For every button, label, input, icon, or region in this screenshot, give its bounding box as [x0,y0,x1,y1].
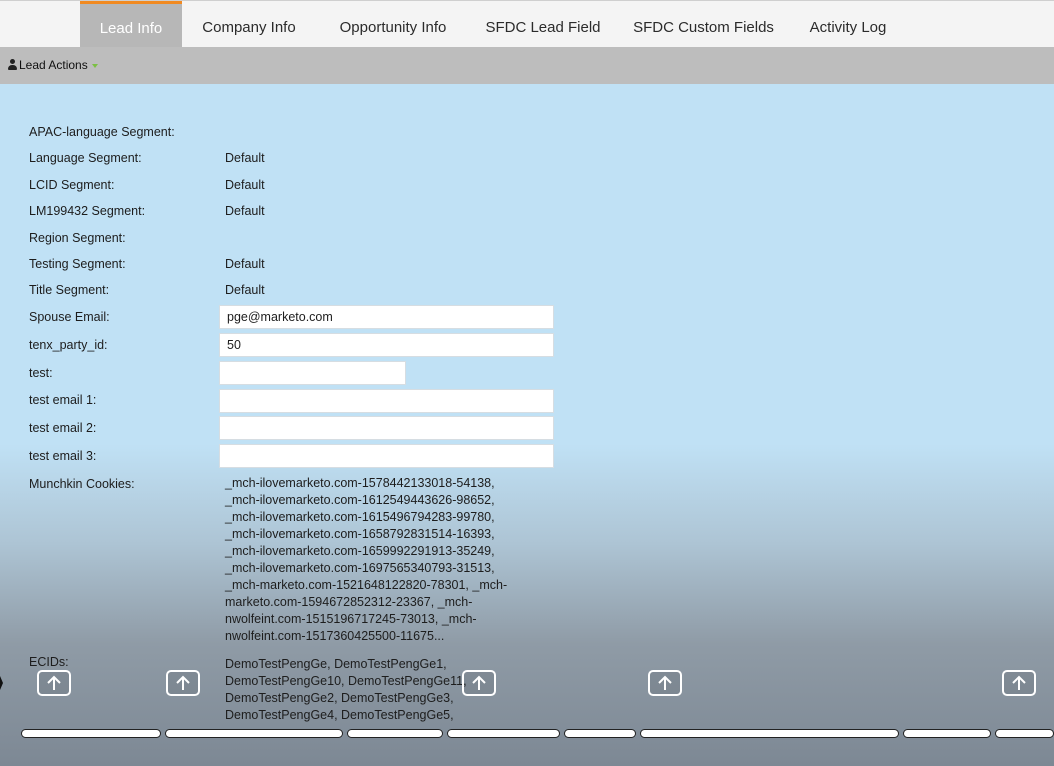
timeline-segment[interactable] [165,729,343,738]
language-segment-label: Language Segment: [29,151,142,165]
arrow-up-icon [1012,675,1026,690]
lcid-segment-value: Default [225,178,265,192]
upload-button[interactable] [166,670,200,696]
munchkin-cookie-line: _mch-ilovemarketo.com-1615496794283-9978… [225,510,495,524]
tab-lead-info[interactable]: Lead Info [80,1,182,48]
tab-sfdc-custom-fields[interactable]: SFDC Custom Fields [626,1,781,48]
tab-activity-log[interactable]: Activity Log [800,1,896,48]
arrow-up-icon [658,675,672,690]
lm199432-segment-label: LM199432 Segment: [29,204,146,218]
test-email-3-field[interactable] [219,444,554,468]
munchkin-cookie-line: _mch-ilovemarketo.com-1697565340793-3151… [225,561,495,575]
lead-actions-menu[interactable]: Lead Actions [8,58,98,72]
timeline-segment[interactable] [640,729,899,738]
upload-button[interactable] [462,670,496,696]
munchkin-cookie-line: _mch-ilovemarketo.com-1659992291913-3524… [225,544,495,558]
tab-bar: Lead Info Company Info Opportunity Info … [0,0,1054,48]
test-email-2-label: test email 2: [29,421,97,435]
ecid-line: DemoTestPengGe4, DemoTestPengGe5, [225,708,454,722]
lead-info-panel: APAC-language Segment: Language Segment:… [0,84,1054,766]
upload-button[interactable] [1002,670,1036,696]
timeline-segment[interactable] [447,729,560,738]
timeline-segment[interactable] [995,729,1054,738]
dropdown-arrow-icon [91,64,98,68]
language-segment-value: Default [225,151,265,165]
upload-button[interactable] [37,670,71,696]
tenx-party-id-field[interactable]: 50 [219,333,554,357]
timeline-segment[interactable] [903,729,991,738]
testing-segment-label: Testing Segment: [29,257,126,271]
ecids-label: ECIDs: [29,655,69,669]
spouse-email-label: Spouse Email: [29,310,110,324]
tab-company-info[interactable]: Company Info [192,1,306,48]
action-bar: Lead Actions [0,47,1054,84]
munchkin-cookie-line: _mch-ilovemarketo.com-1612549443626-9865… [225,493,495,507]
title-segment-label: Title Segment: [29,283,110,297]
tenx-party-id-label: tenx_party_id: [29,338,108,352]
title-segment-value: Default [225,283,265,297]
munchkin-cookies-value: _mch-ilovemarketo.com-1578442133018-5413… [225,475,535,645]
tab-sfdc-lead-field[interactable]: SFDC Lead Field [479,1,607,48]
munchkin-cookie-line: marketo.com-1594672852312-23367, _mch- [225,595,473,609]
lcid-segment-label: LCID Segment: [29,178,115,192]
mouse-pointer-icon [0,676,3,690]
upload-button[interactable] [648,670,682,696]
munchkin-cookie-line: _mch-ilovemarketo.com-1658792831514-1639… [225,527,495,541]
munchkin-cookie-line: _mch-ilovemarketo.com-1578442133018-5413… [225,476,495,490]
munchkin-cookie-line: nwolfeint.com-1515196717245-73013, _mch- [225,612,477,626]
person-icon [8,59,17,70]
lead-actions-label: Lead Actions [19,58,88,72]
spouse-email-field[interactable]: pge@marketo.com [219,305,554,329]
test-field[interactable] [219,361,406,385]
test-email-1-label: test email 1: [29,393,97,407]
munchkin-cookie-line: nwolfeint.com-1517360425500-11675... [225,629,445,643]
arrow-up-icon [472,675,486,690]
apac-language-segment-label: APAC-language Segment: [29,125,175,139]
test-email-1-field[interactable] [219,389,554,413]
test-email-2-field[interactable] [219,416,554,440]
testing-segment-value: Default [225,257,265,271]
timeline-segment[interactable] [347,729,443,738]
test-label: test: [29,366,53,380]
munchkin-cookies-label: Munchkin Cookies: [29,477,135,491]
timeline-segment[interactable] [21,729,161,738]
lm199432-segment-value: Default [225,204,265,218]
test-email-3-label: test email 3: [29,449,97,463]
region-segment-label: Region Segment: [29,231,126,245]
arrow-up-icon [47,675,61,690]
timeline-segment[interactable] [564,729,636,738]
munchkin-cookie-line: _mch-marketo.com-1521648122820-78301, _m… [225,578,508,592]
arrow-up-icon [176,675,190,690]
tab-opportunity-info[interactable]: Opportunity Info [326,1,460,48]
